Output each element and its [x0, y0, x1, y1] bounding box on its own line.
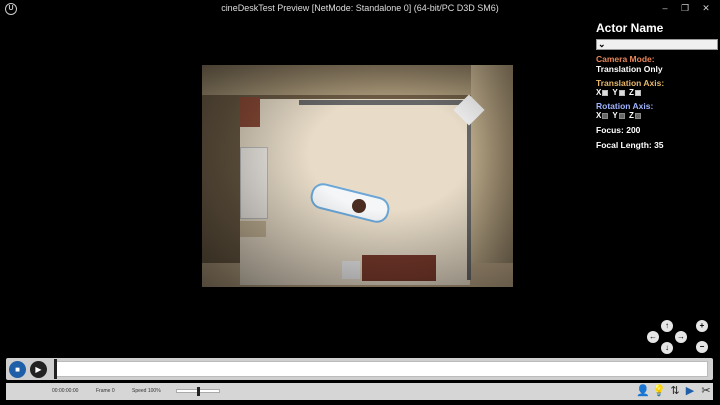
zoom-out-button[interactable]: −: [696, 341, 708, 353]
nav-down-button[interactable]: ↓: [661, 342, 673, 354]
rotation-z-checkbox[interactable]: [634, 112, 641, 119]
minimize-button[interactable]: –: [656, 1, 674, 15]
camera-mode-value[interactable]: Translation Only: [596, 64, 720, 74]
translation-x-label: X: [596, 88, 602, 97]
timecode-readout: 00:00:00:00: [52, 388, 79, 394]
swap-icon[interactable]: ⇅: [668, 384, 682, 398]
actor-name-title: Actor Name: [596, 21, 664, 35]
chevron-down-icon: ⌄: [598, 39, 606, 49]
rotation-x-checkbox[interactable]: [602, 112, 609, 119]
lightbulb-icon[interactable]: 💡: [652, 384, 666, 398]
play-button[interactable]: ▶: [30, 361, 47, 378]
speed-slider-knob[interactable]: [196, 387, 200, 396]
translation-z-label: Z: [629, 88, 634, 97]
nav-left-button[interactable]: ←: [647, 331, 659, 343]
frame-readout: Frame 0: [96, 388, 115, 394]
actor-panel: Actor Name ⌄ Camera Mode: Translation On…: [596, 21, 720, 150]
scissors-icon[interactable]: ✂: [699, 384, 713, 398]
stop-button[interactable]: ■: [9, 361, 26, 378]
translation-axis-label: Translation Axis:: [596, 78, 665, 88]
person-icon[interactable]: 👤: [636, 384, 650, 398]
camera-mode-label: Camera Mode:: [596, 54, 655, 64]
close-button[interactable]: ✕: [697, 1, 715, 15]
zoom-in-button[interactable]: +: [696, 320, 708, 332]
camera-icon[interactable]: ▶: [683, 384, 697, 398]
translation-y-label: Y: [612, 88, 618, 97]
focus-readout: Focus: 200: [596, 125, 641, 135]
rotation-x-label: X: [596, 111, 602, 120]
vignette-overlay: [202, 65, 513, 287]
nav-right-button[interactable]: →: [675, 331, 687, 343]
rotation-axis-row: X Y Z: [596, 111, 720, 120]
viewport-scene[interactable]: [202, 65, 513, 287]
rotation-y-checkbox[interactable]: [618, 112, 625, 119]
focal-length-readout: Focal Length: 35: [596, 140, 664, 150]
nav-up-button[interactable]: ↑: [661, 320, 673, 332]
translation-axis-row: X Y Z: [596, 88, 720, 97]
bottom-toolbar: 00:00:00:00 Frame 0 Speed 100% 👤 💡 ⇅ ▶ ✂: [6, 383, 713, 400]
timeline-bar: ■ ▶: [6, 358, 713, 380]
timeline-track[interactable]: [54, 359, 708, 379]
rotation-y-label: Y: [612, 111, 618, 120]
title-bar: U cineDeskTest Preview [NetMode: Standal…: [0, 0, 720, 18]
restore-button[interactable]: ❐: [676, 1, 694, 15]
translation-z-checkbox[interactable]: [634, 89, 641, 96]
timeline-playhead[interactable]: [54, 359, 57, 379]
speed-slider[interactable]: [176, 387, 220, 396]
rotation-z-label: Z: [629, 111, 634, 120]
translation-x-checkbox[interactable]: [602, 89, 609, 96]
speed-readout: Speed 100%: [132, 388, 161, 394]
rotation-axis-label: Rotation Axis:: [596, 101, 654, 111]
window-title: cineDeskTest Preview [NetMode: Standalon…: [221, 3, 499, 13]
actor-dropdown[interactable]: ⌄: [596, 39, 718, 50]
translation-y-checkbox[interactable]: [618, 89, 625, 96]
